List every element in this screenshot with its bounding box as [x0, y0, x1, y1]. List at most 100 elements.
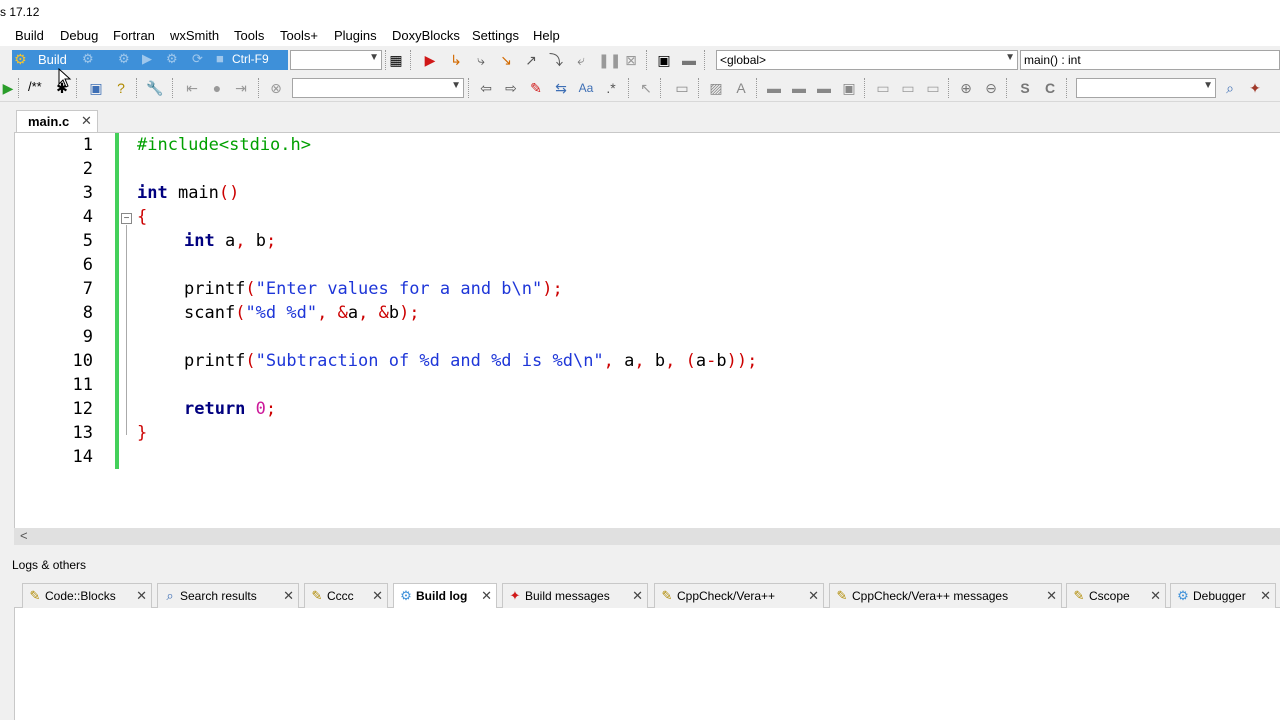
pause-icon[interactable]: ❚❚: [598, 52, 621, 68]
fold-minus-icon[interactable]: −: [121, 213, 132, 224]
close-icon[interactable]: ✕: [481, 588, 492, 604]
s-icon[interactable]: S: [1017, 80, 1033, 96]
tab-cccc[interactable]: ✎ Cccc ✕: [304, 583, 388, 608]
match-case-icon[interactable]: Aa: [578, 80, 594, 96]
info-icon[interactable]: ▬: [681, 52, 697, 68]
step-into-icon[interactable]: ↘: [498, 52, 514, 68]
menu-doxyblocks[interactable]: DoxyBlocks: [392, 28, 460, 43]
replace-icon[interactable]: ⇆: [553, 80, 569, 96]
operator: ,: [235, 231, 246, 251]
title-bar: s 17.12: [0, 0, 1280, 24]
layout-2-icon[interactable]: ▬: [791, 80, 807, 96]
menu-build[interactable]: Build: [15, 28, 44, 43]
close-icon[interactable]: ✕: [808, 588, 819, 604]
help-icon[interactable]: ?: [113, 80, 129, 96]
step-out-icon[interactable]: ↗: [523, 52, 539, 68]
close-icon[interactable]: ✕: [283, 588, 294, 604]
mouse-cursor-icon: [58, 68, 72, 88]
close-icon[interactable]: ✕: [136, 588, 147, 604]
search-icon[interactable]: ⌕: [1222, 80, 1238, 96]
code-editor[interactable]: 1 2 3 4 5 6 7 8 9 10 11 12 13 14 − #incl…: [14, 132, 1280, 528]
next-instruction-icon[interactable]: ⤵: [548, 52, 564, 68]
stop-debug-icon[interactable]: ⊠: [623, 52, 639, 68]
arrow-left-icon[interactable]: ⇦: [478, 80, 494, 96]
build-target-combo[interactable]: ▼: [290, 50, 382, 70]
scope-combo[interactable]: <global> ▼: [716, 50, 1018, 70]
rect-icon[interactable]: ▭: [674, 80, 690, 96]
run-to-cursor-icon[interactable]: ↳: [448, 52, 464, 68]
settings-wrench-icon[interactable]: ✦: [1247, 80, 1263, 96]
line-number: 9: [82, 327, 93, 347]
tab-cppcheck-vera-messages[interactable]: ✎ CppCheck/Vera++ messages ✕: [829, 583, 1062, 608]
operator: ;: [265, 399, 277, 419]
debug-windows-icon[interactable]: ▣: [656, 52, 672, 68]
jump-forward-icon[interactable]: ⇥: [233, 80, 249, 96]
scroll-left-icon[interactable]: <: [20, 528, 28, 543]
step-instruction-icon[interactable]: ⤶: [573, 52, 589, 68]
tab-main-c[interactable]: main.c ✕: [16, 110, 98, 132]
c-icon[interactable]: C: [1042, 80, 1058, 96]
menu-fortran[interactable]: Fortran: [113, 28, 155, 43]
build-shortcut: Ctrl-F9: [232, 52, 269, 66]
search-combo[interactable]: ▼: [292, 78, 464, 98]
menu-help[interactable]: Help: [533, 28, 560, 43]
close-icon[interactable]: ✕: [632, 588, 643, 604]
tab-search-results[interactable]: ⌕ Search results ✕: [157, 583, 299, 608]
layout-3-icon[interactable]: ▬: [816, 80, 832, 96]
zoom-out-icon[interactable]: ⊖: [983, 80, 999, 96]
close-icon[interactable]: ✕: [81, 113, 92, 129]
magnifier-icon: ⌕: [166, 588, 174, 603]
build-menu-item-highlight[interactable]: ⚙ Build ⚙ ⚙ ▶ ⚙ ⟳ ■ Ctrl-F9: [12, 50, 288, 70]
arrow-right-icon[interactable]: ⇨: [503, 80, 519, 96]
close-icon[interactable]: ✕: [1260, 588, 1271, 604]
operator: );: [542, 279, 563, 299]
build-target-icon[interactable]: ▦: [388, 52, 404, 68]
menu-wxsmith[interactable]: wxSmith: [170, 28, 219, 43]
menu-tools[interactable]: Tools: [234, 28, 264, 43]
tab-codeblocks[interactable]: ✎ Code::Blocks ✕: [22, 583, 152, 608]
symbol-combo[interactable]: ▼: [1076, 78, 1216, 98]
menu-debug[interactable]: Debug: [60, 28, 98, 43]
next-line-icon[interactable]: ⤷: [473, 52, 489, 68]
tab-cppcheck-vera[interactable]: ✎ CppCheck/Vera++ ✕: [654, 583, 824, 608]
highlight-icon[interactable]: ✎: [528, 80, 544, 96]
tab-cscope[interactable]: ✎ Cscope ✕: [1066, 583, 1166, 608]
image-icon[interactable]: ▨: [708, 80, 724, 96]
horizontal-scrollbar[interactable]: <: [14, 528, 1280, 545]
settings-icon: ⚙: [118, 51, 130, 66]
text-icon[interactable]: A: [733, 80, 749, 96]
play-icon[interactable]: ▶: [0, 80, 16, 96]
build-log-output[interactable]: [14, 608, 1280, 720]
close-icon[interactable]: ✕: [1150, 588, 1161, 604]
preprocessor-directive: #include<stdio.h>: [137, 135, 311, 155]
jump-back-icon[interactable]: ⇤: [184, 80, 200, 96]
bookmark-icon[interactable]: ●: [209, 80, 225, 96]
layout-4-icon[interactable]: ▣: [841, 80, 857, 96]
line-number: 3: [82, 183, 93, 203]
menu-settings[interactable]: Settings: [472, 28, 519, 43]
function-combo[interactable]: main() : int: [1020, 50, 1280, 70]
build-all-icon: ⚙: [166, 51, 178, 66]
doxy-comment-button[interactable]: /**: [28, 79, 42, 94]
select-pointer-icon[interactable]: ↖: [638, 80, 654, 96]
clear-icon[interactable]: ⊗: [268, 80, 284, 96]
tab-build-log[interactable]: ⚙ Build log ✕: [393, 583, 497, 608]
menu-plugins[interactable]: Plugins: [334, 28, 377, 43]
tab-build-messages[interactable]: ✦ Build messages ✕: [502, 583, 648, 608]
pencil-icon: ✎: [1073, 588, 1085, 603]
number-literal: 0: [255, 399, 266, 419]
tab-debugger[interactable]: ⚙ Debugger ✕: [1170, 583, 1276, 608]
close-icon[interactable]: ✕: [372, 588, 383, 604]
regex-icon[interactable]: .*: [603, 80, 619, 96]
box-2-icon[interactable]: ▭: [900, 80, 916, 96]
layout-1-icon[interactable]: ▬: [766, 80, 782, 96]
box-3-icon[interactable]: ▭: [925, 80, 941, 96]
doxywizard-icon[interactable]: ▣: [88, 80, 104, 96]
wrench-icon[interactable]: 🔧: [146, 80, 163, 96]
box-1-icon[interactable]: ▭: [875, 80, 891, 96]
zoom-in-icon[interactable]: ⊕: [958, 80, 974, 96]
close-icon[interactable]: ✕: [1046, 588, 1057, 604]
build-toolbar: ⚙ Build ⚙ ⚙ ▶ ⚙ ⟳ ■ Ctrl-F9 ▼ ▦ ▶ ↳ ⤷ ↘ …: [0, 46, 1280, 74]
debug-run-icon[interactable]: ▶: [422, 52, 438, 68]
menu-tools-plus[interactable]: Tools+: [280, 28, 318, 43]
